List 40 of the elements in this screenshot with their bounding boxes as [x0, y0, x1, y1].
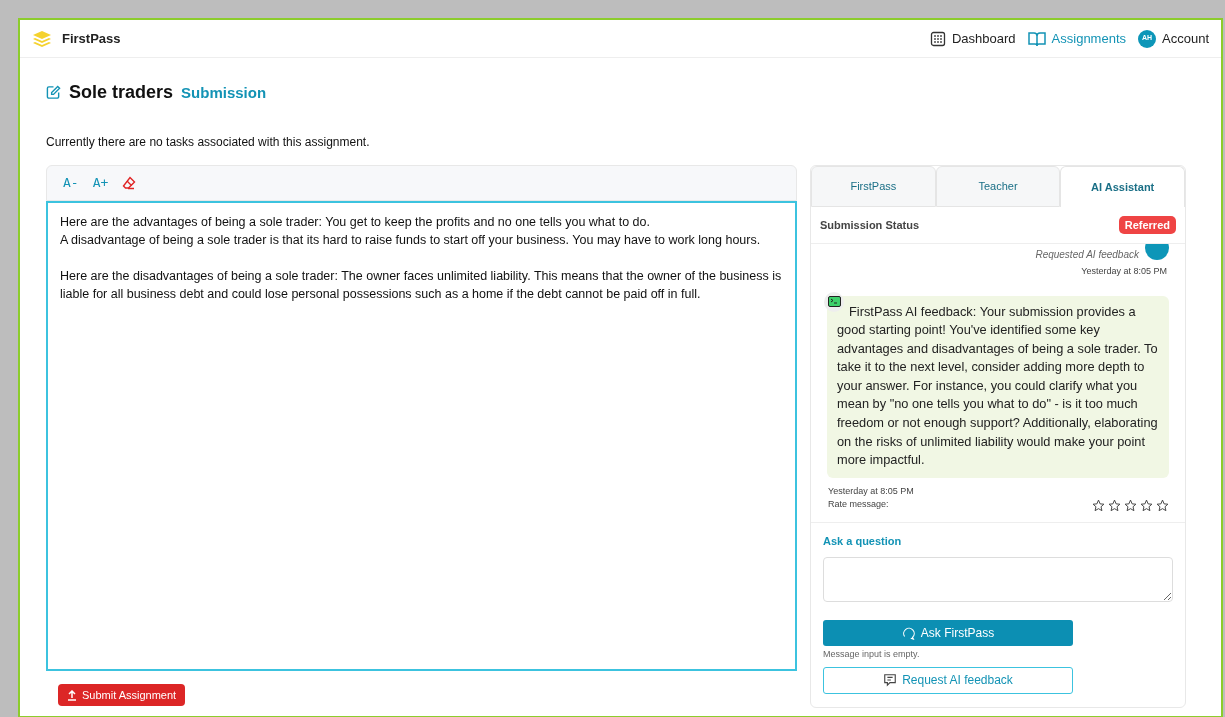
panel-tab[interactable]: Teacher — [935, 166, 1061, 207]
answer-box[interactable]: Here are the advantages of being a sole trader: You get to keep the profits and no one tells you what to do. A disadvantage of being a sole trader is that its hard to raise funds to start off your business. You may have to work long hours. Here are the disadvantages of being a sole trader: The owner faces unlimited liability. This means that the owner of the business is liable for all business debt and could lose personal possessions such as a home if the debt cannot be paid off in full. — [46, 201, 797, 671]
font-size-button[interactable]: A- — [63, 173, 79, 193]
star-rating[interactable] — [1092, 498, 1169, 512]
star-icon[interactable] — [1108, 498, 1121, 512]
page-subtitle: Submission — [181, 82, 267, 103]
ask-button[interactable]: Ask FirstPass — [823, 620, 1073, 647]
star-icon[interactable] — [1156, 498, 1169, 512]
question-label: Ask a question — [823, 533, 903, 549]
nav-link[interactable]: Assignments — [1027, 28, 1126, 49]
page-title: Sole traders — [69, 80, 174, 104]
eraser-icon — [122, 176, 137, 190]
chat-icon — [901, 626, 916, 641]
question-field[interactable] — [823, 557, 1173, 603]
request-feedback-button[interactable]: Request AI feedback — [823, 666, 1073, 694]
app-name: FirstPass — [62, 29, 121, 48]
status-label: Submission Status — [820, 217, 920, 233]
layers-logo-icon — [32, 29, 52, 48]
status-badge: Referred — [1118, 215, 1176, 235]
input-hint: Message input is empty. — [823, 648, 921, 662]
message-time: Yesterday at 8:05 PM — [827, 484, 915, 498]
star-icon[interactable] — [1124, 498, 1137, 512]
terminal-icon — [824, 291, 844, 312]
nav-link[interactable]: Dashboard — [930, 28, 1016, 49]
message-time: Yesterday at 8:05 PM — [1080, 265, 1168, 278]
comment-icon — [883, 673, 898, 688]
font-size-button[interactable]: A+ — [92, 173, 109, 193]
feedback-message: FirstPass AI feedback: Your submission provides a good starting point! You've identified some key advantages and disadvantages of being a sole trader. To take it to the next level, consider adding more depth to your answer. For instance, you could clarify what you mean by "no one tells you what to do" - is it too much freedom or not enough support? Additionally, elaborating on the risks of unlimited liability would make your point more impactful. — [827, 295, 1169, 478]
request-message: Requested AI feedback — [1035, 248, 1139, 262]
upload-icon — [67, 689, 77, 701]
star-icon[interactable] — [1092, 498, 1105, 512]
submit-button[interactable]: Submit Assignment — [58, 684, 186, 706]
rate-label: Rate message: — [827, 498, 889, 512]
tasks-note: Currently there are no tasks associated with this assignment. — [46, 134, 371, 151]
panel-tab[interactable]: AI Assistant — [1060, 166, 1185, 207]
edit-icon — [46, 84, 61, 100]
panel-tab[interactable]: FirstPass — [811, 166, 936, 207]
star-icon[interactable] — [1140, 498, 1153, 512]
grid-icon — [930, 30, 946, 47]
book-icon — [1027, 30, 1046, 47]
